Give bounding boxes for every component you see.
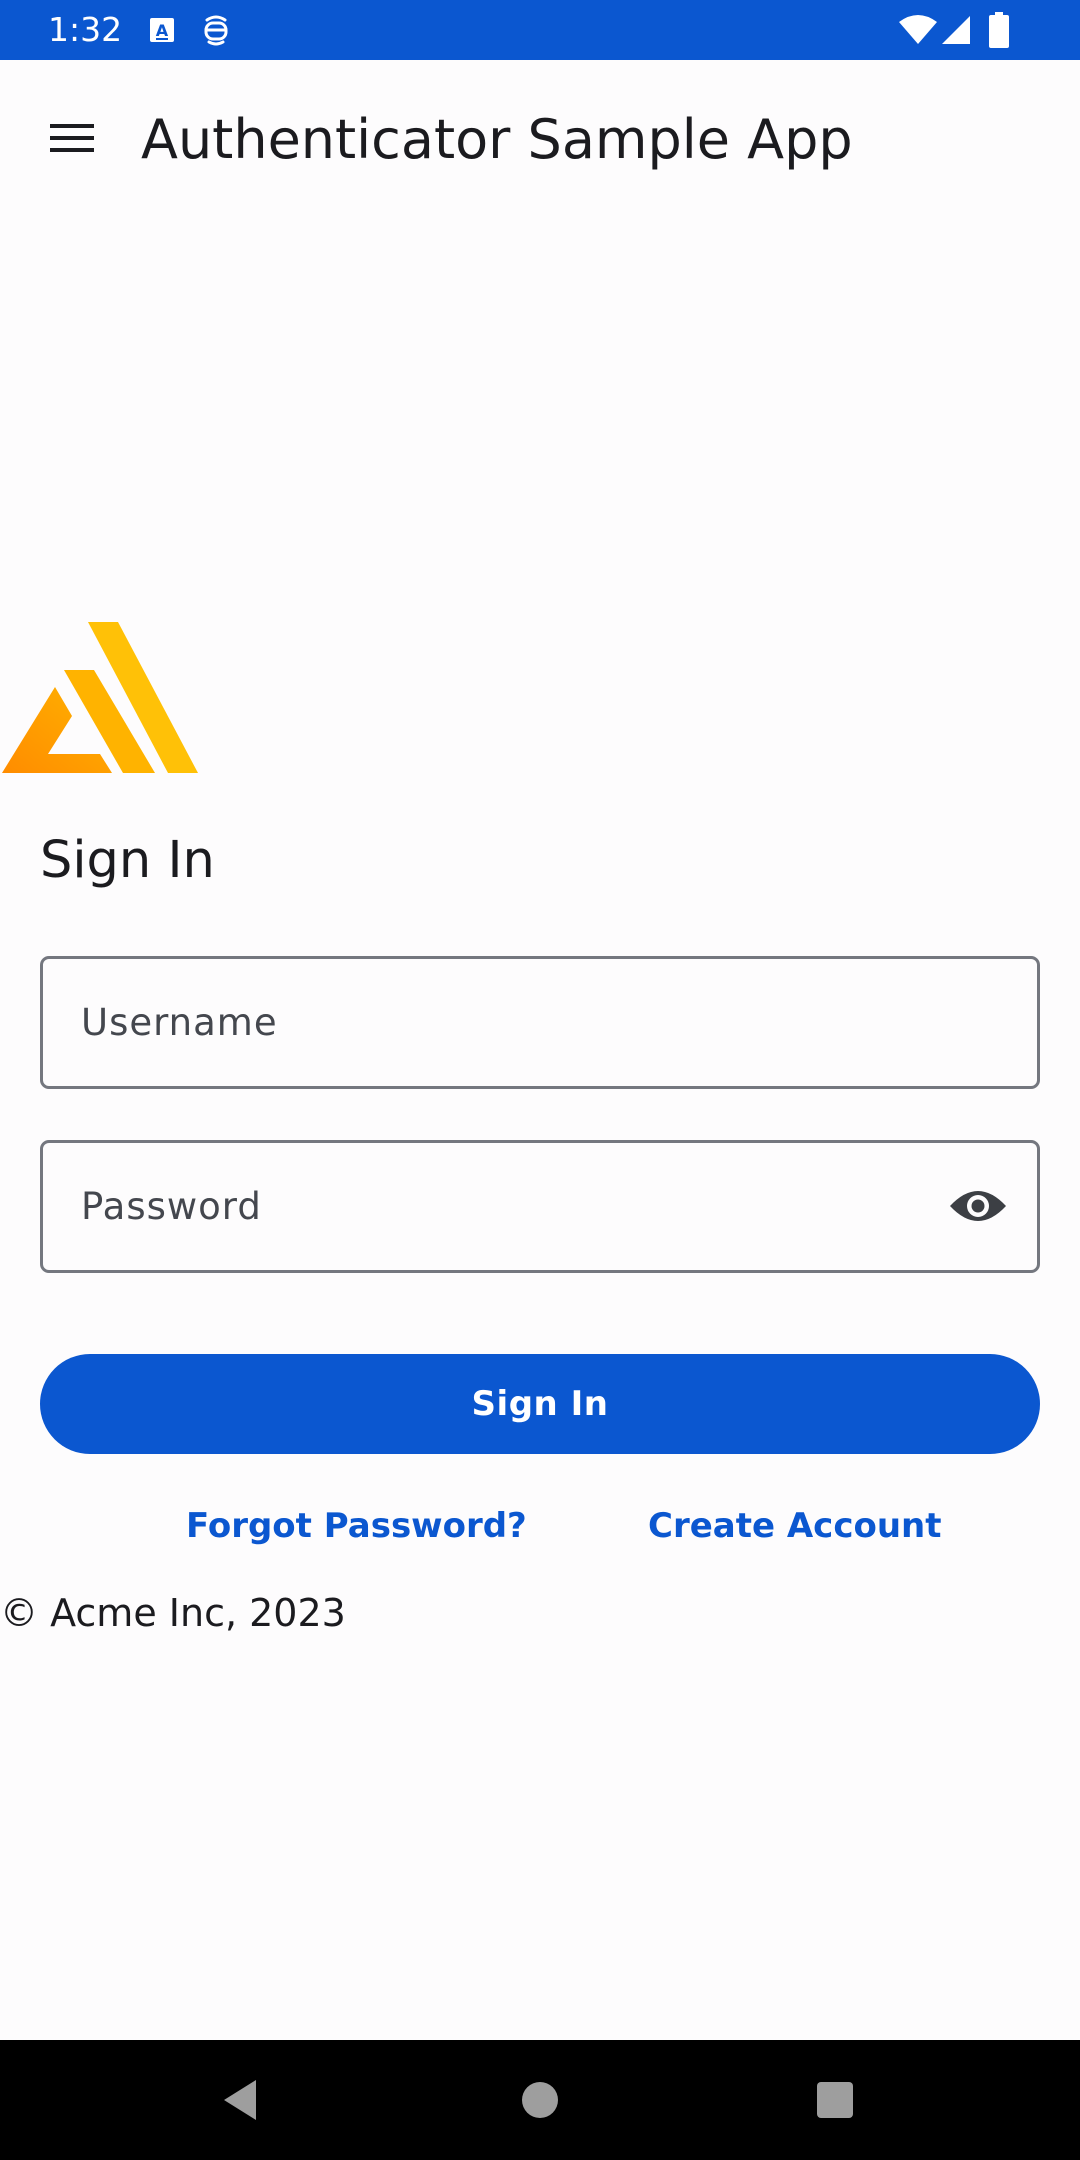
text-recognition-icon: A: [148, 16, 176, 49]
battery-icon: [988, 12, 1010, 53]
create-account-link[interactable]: Create Account: [648, 1502, 942, 1550]
copyright-text: © Acme Inc, 2023: [0, 1591, 346, 1635]
eye-icon[interactable]: [945, 1173, 1011, 1239]
password-field[interactable]: [40, 1140, 1040, 1273]
back-icon[interactable]: [210, 2070, 270, 2130]
status-time: 1:32: [48, 10, 123, 49]
sign-in-heading: Sign In: [40, 831, 215, 890]
username-field[interactable]: [40, 956, 1040, 1089]
top-app-bar: Authenticator Sample App: [0, 60, 1080, 224]
recents-icon[interactable]: [805, 2070, 865, 2130]
password-input[interactable]: [81, 1143, 941, 1270]
wifi-icon: [898, 14, 938, 51]
username-input[interactable]: [81, 959, 941, 1086]
app-title: Authenticator Sample App: [141, 108, 853, 171]
cellular-signal-icon: [940, 14, 972, 51]
amplify-logo-icon: [0, 620, 200, 775]
sign-in-button[interactable]: Sign In: [40, 1354, 1040, 1454]
forgot-password-link[interactable]: Forgot Password?: [186, 1502, 527, 1550]
face-id-icon: [202, 14, 230, 51]
status-bar: 1:32 A: [0, 0, 1080, 60]
system-navigation-bar: [0, 2040, 1080, 2160]
svg-text:A: A: [156, 21, 169, 40]
hamburger-menu-icon[interactable]: [36, 102, 108, 174]
home-icon[interactable]: [510, 2070, 570, 2130]
